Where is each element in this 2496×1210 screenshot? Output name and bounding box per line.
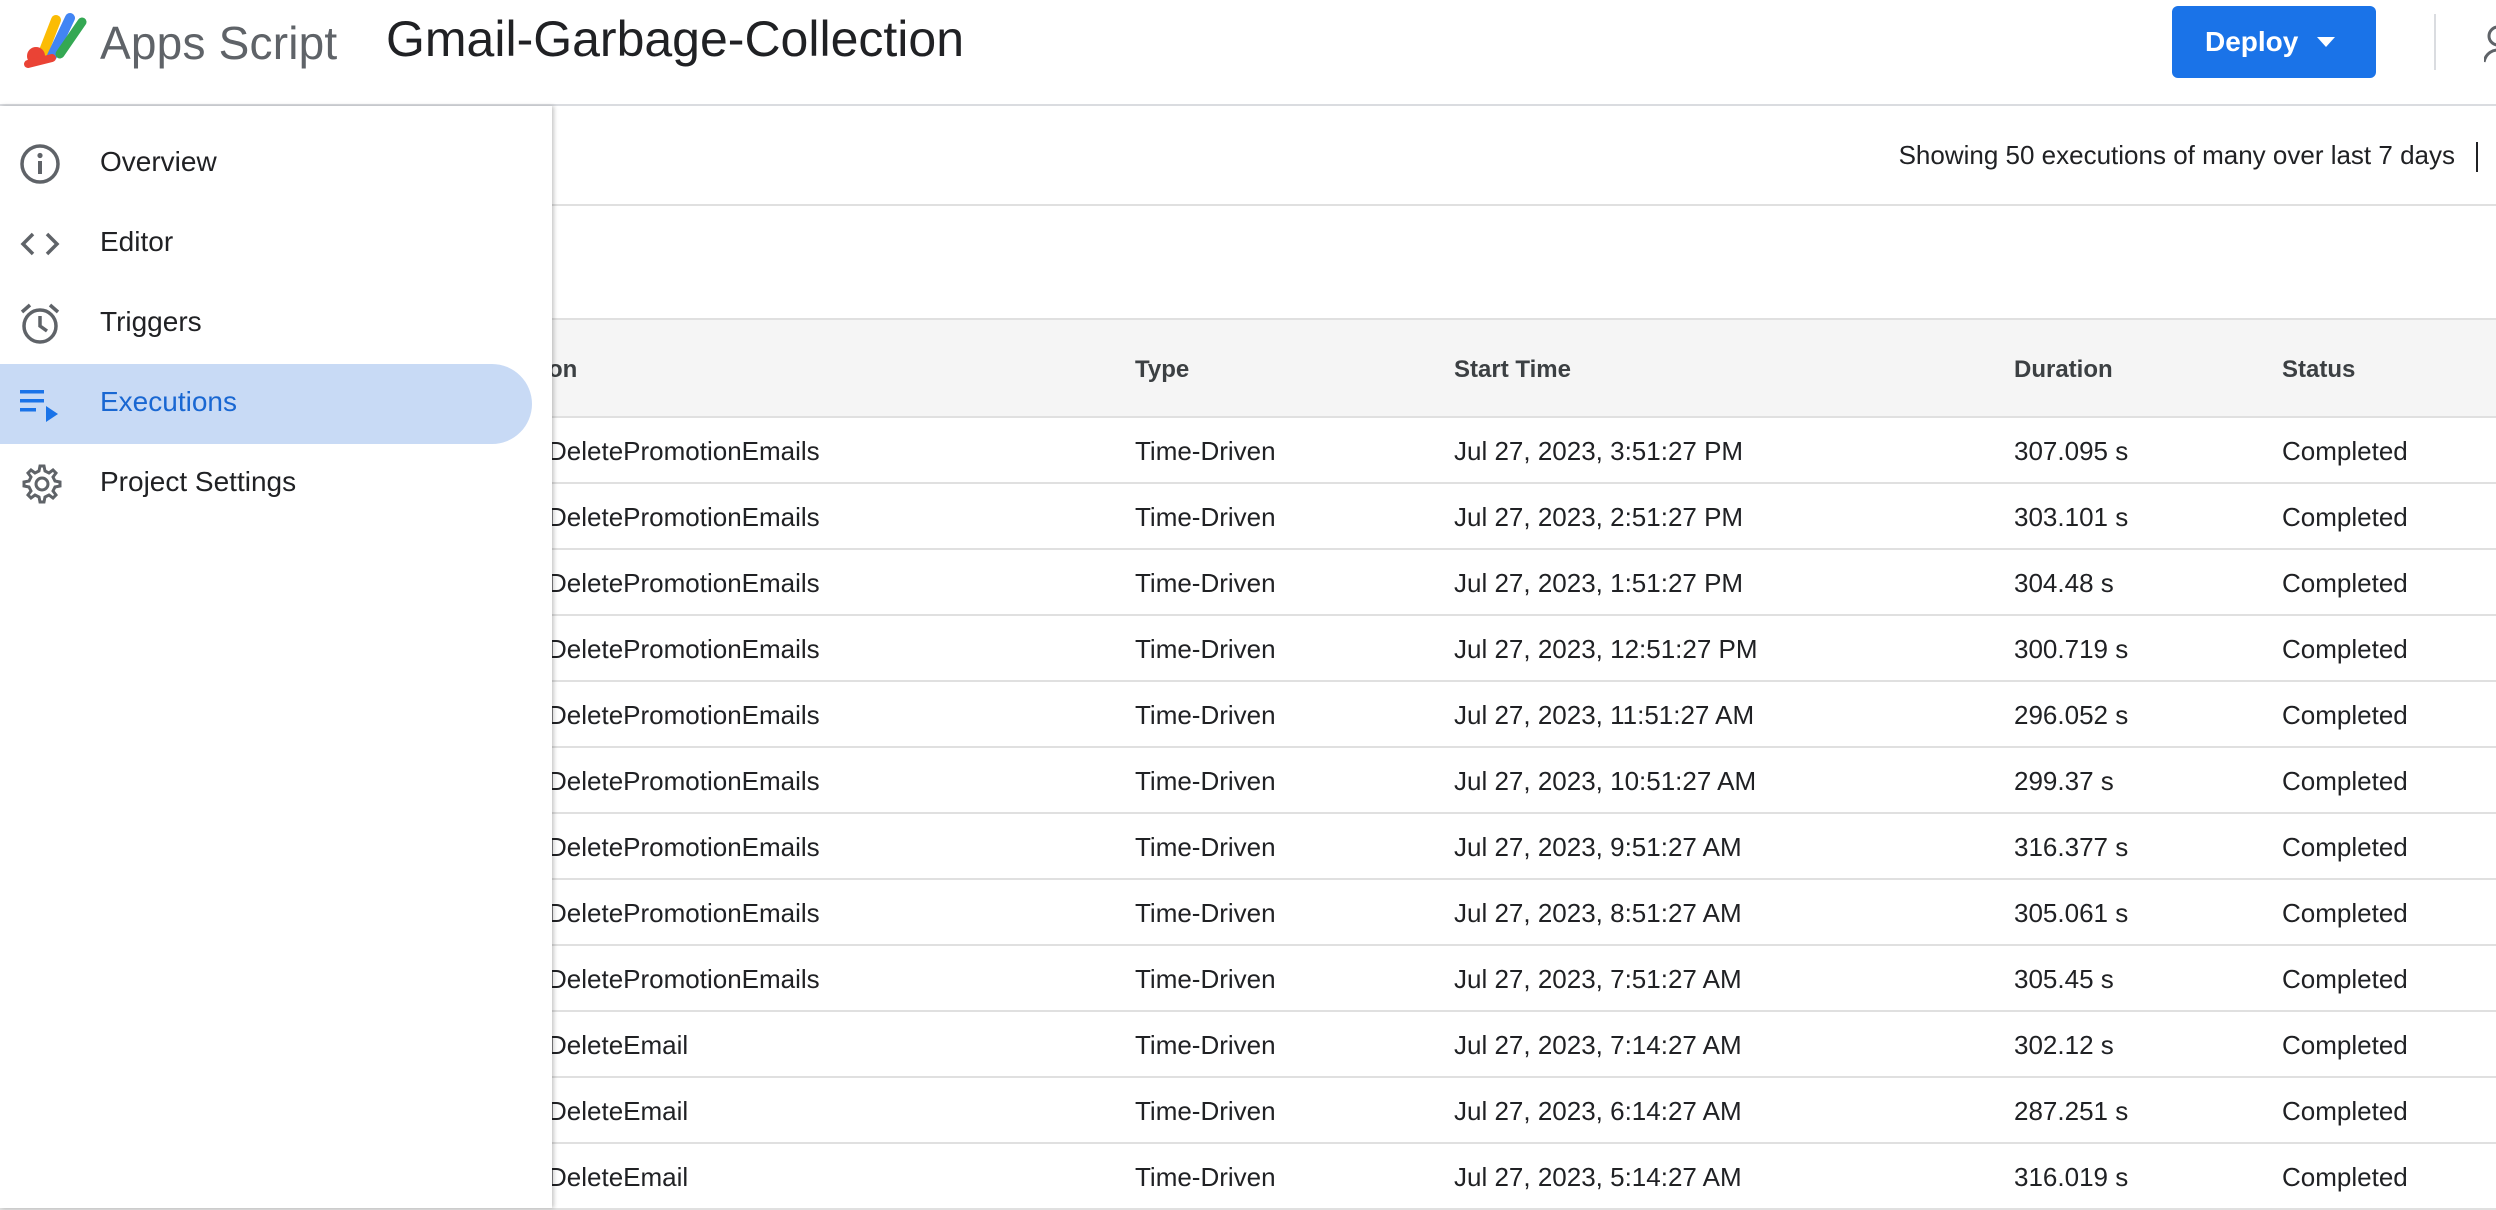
sidebar-item-label: Project Settings: [100, 466, 297, 497]
deploy-button-label: Deploy: [2205, 26, 2299, 57]
cell-function: DeletePromotionEmails: [548, 436, 820, 466]
cell-function: DeletePromotionEmails: [548, 964, 820, 994]
cell-duration: 302.12 s: [2014, 1030, 2114, 1060]
cell-start-time: Jul 27, 2023, 6:14:27 AM: [1454, 1096, 1742, 1126]
cell-type: Time-Driven: [1135, 766, 1276, 796]
cell-start-time: Jul 27, 2023, 11:51:27 AM: [1454, 700, 1755, 730]
cell-type: Time-Driven: [1135, 700, 1276, 730]
cell-function: DeletePromotionEmails: [548, 568, 820, 598]
brand-name[interactable]: Apps Script: [100, 16, 337, 70]
cell-type: Time-Driven: [1135, 634, 1276, 664]
cell-type: Time-Driven: [1135, 1162, 1276, 1192]
cell-status: Completed: [2282, 766, 2408, 796]
cell-function: DeletePromotionEmails: [548, 898, 820, 928]
cell-start-time: Jul 27, 2023, 7:51:27 AM: [1454, 964, 1742, 994]
cell-status: Completed: [2282, 634, 2408, 664]
sidebar-item-executions[interactable]: Executions: [0, 364, 532, 444]
cell-status: Completed: [2282, 832, 2408, 862]
cell-duration: 296.052 s: [2014, 700, 2129, 730]
cell-status: Completed: [2282, 502, 2408, 532]
cell-duration: 300.719 s: [2014, 634, 2129, 664]
cell-start-time: Jul 27, 2023, 3:51:27 PM: [1454, 436, 1744, 466]
apps-script-logo-icon[interactable]: [22, 12, 88, 70]
cell-status: Completed: [2282, 898, 2408, 928]
cell-type: Time-Driven: [1135, 436, 1276, 466]
cell-duration: 304.48 s: [2014, 568, 2114, 598]
sidebar-item-label: Editor: [100, 226, 174, 257]
cell-start-time: Jul 27, 2023, 8:51:27 AM: [1454, 898, 1742, 928]
cell-function: DeletePromotionEmails: [548, 502, 820, 532]
cell-type: Time-Driven: [1135, 832, 1276, 862]
column-header-status[interactable]: Status: [2282, 356, 2355, 384]
cell-function: DeleteEmail: [548, 1162, 689, 1192]
executions-summary: Showing 50 executions of many over last …: [1898, 140, 2455, 170]
info-icon: [18, 142, 62, 186]
cell-duration: 305.061 s: [2014, 898, 2129, 928]
cell-duration: 307.095 s: [2014, 436, 2129, 466]
sidebar-item-label: Overview: [100, 146, 217, 177]
code-icon: [18, 222, 62, 266]
gear-icon: [18, 462, 62, 506]
cell-function: DeletePromotionEmails: [548, 832, 820, 862]
sidebar-item-label: Triggers: [100, 306, 202, 337]
cell-duration: 303.101 s: [2014, 502, 2129, 532]
account-icon[interactable]: [2484, 24, 2496, 64]
cell-function: DeleteEmail: [548, 1030, 689, 1060]
deploy-button[interactable]: Deploy: [2172, 6, 2376, 78]
cell-start-time: Jul 27, 2023, 10:51:27 AM: [1454, 766, 1757, 796]
cell-type: Time-Driven: [1135, 502, 1276, 532]
cell-duration: 305.45 s: [2014, 964, 2114, 994]
column-header-function[interactable]: on: [548, 356, 577, 384]
cell-status: Completed: [2282, 1162, 2408, 1192]
sidebar-item-project-settings[interactable]: Project Settings: [0, 444, 532, 524]
cell-status: Completed: [2282, 436, 2408, 466]
cell-type: Time-Driven: [1135, 568, 1276, 598]
cell-function: DeletePromotionEmails: [548, 634, 820, 664]
executions-list-icon: [18, 382, 62, 426]
cell-start-time: Jul 27, 2023, 12:51:27 PM: [1454, 634, 1758, 664]
cell-status: Completed: [2282, 568, 2408, 598]
cell-type: Time-Driven: [1135, 964, 1276, 994]
cell-type: Time-Driven: [1135, 898, 1276, 928]
cell-function: DeleteEmail: [548, 1096, 689, 1126]
column-header-start-time[interactable]: Start Time: [1454, 356, 1571, 384]
cell-start-time: Jul 27, 2023, 2:51:27 PM: [1454, 502, 1744, 532]
app-header: Apps Script Gmail-Garbage-Collection Dep…: [0, 0, 2496, 106]
cell-duration: 287.251 s: [2014, 1096, 2129, 1126]
sidebar-item-overview[interactable]: Overview: [0, 124, 532, 204]
cell-status: Completed: [2282, 1030, 2408, 1060]
caret-down-icon: [2317, 37, 2335, 47]
column-header-duration[interactable]: Duration: [2014, 356, 2113, 384]
column-header-type[interactable]: Type: [1135, 356, 1189, 384]
cell-function: DeletePromotionEmails: [548, 766, 820, 796]
project-title[interactable]: Gmail-Garbage-Collection: [386, 10, 964, 68]
cell-start-time: Jul 27, 2023, 1:51:27 PM: [1454, 568, 1744, 598]
header-divider: [2434, 14, 2436, 70]
cell-duration: 316.377 s: [2014, 832, 2129, 862]
cell-start-time: Jul 27, 2023, 9:51:27 AM: [1454, 832, 1742, 862]
cell-type: Time-Driven: [1135, 1096, 1276, 1126]
cell-function: DeletePromotionEmails: [548, 700, 820, 730]
cell-start-time: Jul 27, 2023, 5:14:27 AM: [1454, 1162, 1742, 1192]
cell-duration: 316.019 s: [2014, 1162, 2129, 1192]
sidebar-item-label: Executions: [100, 386, 237, 417]
sidebar-item-triggers[interactable]: Triggers: [0, 284, 532, 364]
cell-start-time: Jul 27, 2023, 7:14:27 AM: [1454, 1030, 1742, 1060]
toolbar-separator: [2476, 142, 2478, 172]
sidebar-item-editor[interactable]: Editor: [0, 204, 532, 284]
cell-status: Completed: [2282, 964, 2408, 994]
alarm-clock-icon: [18, 302, 62, 346]
cell-status: Completed: [2282, 1096, 2408, 1126]
cell-status: Completed: [2282, 700, 2408, 730]
cell-type: Time-Driven: [1135, 1030, 1276, 1060]
cell-duration: 299.37 s: [2014, 766, 2114, 796]
sidebar: Overview Editor Triggers Executions Project …: [0, 106, 552, 1208]
